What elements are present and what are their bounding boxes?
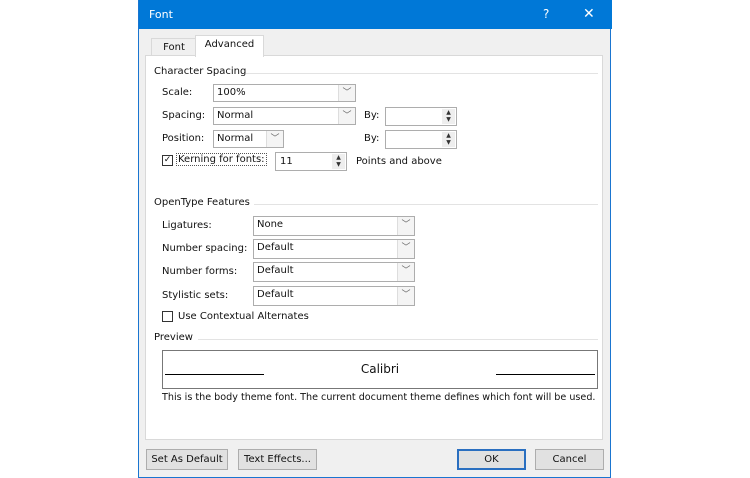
position-by-spinner[interactable]: ▲ ▼ bbox=[385, 130, 457, 149]
chevron-down-icon[interactable]: ﹀ bbox=[266, 131, 283, 147]
ligatures-combo[interactable]: None ﹀ bbox=[253, 216, 415, 236]
position-by-label: By: bbox=[364, 133, 380, 144]
ligatures-label: Ligatures: bbox=[162, 220, 212, 231]
text-effects-button[interactable]: Text Effects... bbox=[238, 449, 317, 470]
spacing-by-label: By: bbox=[364, 110, 380, 121]
spacing-by-spinner[interactable]: ▲ ▼ bbox=[385, 107, 457, 126]
divider bbox=[254, 204, 598, 205]
divider bbox=[198, 339, 598, 340]
scale-label: Scale: bbox=[162, 87, 193, 98]
close-icon[interactable]: ✕ bbox=[583, 6, 595, 22]
number-forms-combo[interactable]: Default ﹀ bbox=[253, 262, 415, 282]
spacing-label: Spacing: bbox=[162, 110, 206, 121]
character-spacing-heading: Character Spacing bbox=[154, 66, 247, 77]
spinner-arrows-icon[interactable]: ▲ ▼ bbox=[442, 132, 455, 147]
spinner-arrows-icon[interactable]: ▲ ▼ bbox=[442, 109, 455, 124]
spacing-combo[interactable]: Normal ﹀ bbox=[213, 107, 356, 125]
chevron-down-icon[interactable]: ﹀ bbox=[397, 240, 414, 258]
divider bbox=[246, 73, 598, 74]
contextual-alternates-label[interactable]: Use Contextual Alternates bbox=[178, 311, 309, 322]
dialog-title: Font bbox=[149, 8, 173, 21]
scale-combo[interactable]: 100% ﹀ bbox=[213, 84, 356, 102]
stylistic-sets-label: Stylistic sets: bbox=[162, 290, 229, 301]
kerning-spinner[interactable]: 11 ▲ ▼ bbox=[275, 152, 347, 171]
preview-description: This is the body theme font. The current… bbox=[162, 392, 596, 403]
preview-box: Calibri bbox=[162, 350, 598, 389]
chevron-down-icon[interactable]: ﹀ bbox=[397, 263, 414, 281]
number-spacing-combo[interactable]: Default ﹀ bbox=[253, 239, 415, 259]
kerning-checkbox[interactable]: ✓ bbox=[162, 155, 173, 166]
advanced-panel: Character Spacing Scale: 100% ﹀ Spacing: … bbox=[145, 55, 603, 440]
scale-value: 100% bbox=[217, 87, 246, 98]
opentype-heading: OpenType Features bbox=[154, 197, 250, 208]
kerning-suffix: Points and above bbox=[356, 156, 442, 167]
number-forms-label: Number forms: bbox=[162, 266, 238, 277]
number-spacing-value: Default bbox=[257, 242, 294, 253]
chevron-down-icon[interactable]: ﹀ bbox=[338, 108, 355, 124]
position-label: Position: bbox=[162, 133, 205, 144]
set-as-default-button[interactable]: Set As Default bbox=[146, 449, 228, 470]
stylistic-sets-value: Default bbox=[257, 289, 294, 300]
help-icon[interactable]: ? bbox=[543, 7, 549, 21]
font-dialog: Font ? ✕ Font Advanced Character Spacing… bbox=[138, 0, 612, 478]
preview-line-right bbox=[496, 374, 595, 375]
tab-advanced[interactable]: Advanced bbox=[195, 35, 264, 57]
position-value: Normal bbox=[217, 133, 254, 144]
number-forms-value: Default bbox=[257, 265, 294, 276]
title-bar: Font ? ✕ bbox=[139, 0, 612, 29]
ok-button[interactable]: OK bbox=[457, 449, 526, 470]
chevron-down-icon[interactable]: ﹀ bbox=[397, 287, 414, 305]
spacing-value: Normal bbox=[217, 110, 254, 121]
number-spacing-label: Number spacing: bbox=[162, 243, 248, 254]
cancel-button[interactable]: Cancel bbox=[535, 449, 604, 470]
chevron-down-icon[interactable]: ﹀ bbox=[397, 217, 414, 235]
kerning-label[interactable]: Kerning for fonts: bbox=[176, 153, 267, 166]
stylistic-sets-combo[interactable]: Default ﹀ bbox=[253, 286, 415, 306]
spinner-arrows-icon[interactable]: ▲ ▼ bbox=[332, 154, 345, 169]
ligatures-value: None bbox=[257, 219, 284, 230]
position-combo[interactable]: Normal ﹀ bbox=[213, 130, 284, 148]
contextual-alternates-checkbox[interactable] bbox=[162, 311, 173, 322]
preview-heading: Preview bbox=[154, 332, 193, 343]
kerning-value: 11 bbox=[280, 156, 293, 167]
chevron-down-icon[interactable]: ﹀ bbox=[338, 85, 355, 101]
